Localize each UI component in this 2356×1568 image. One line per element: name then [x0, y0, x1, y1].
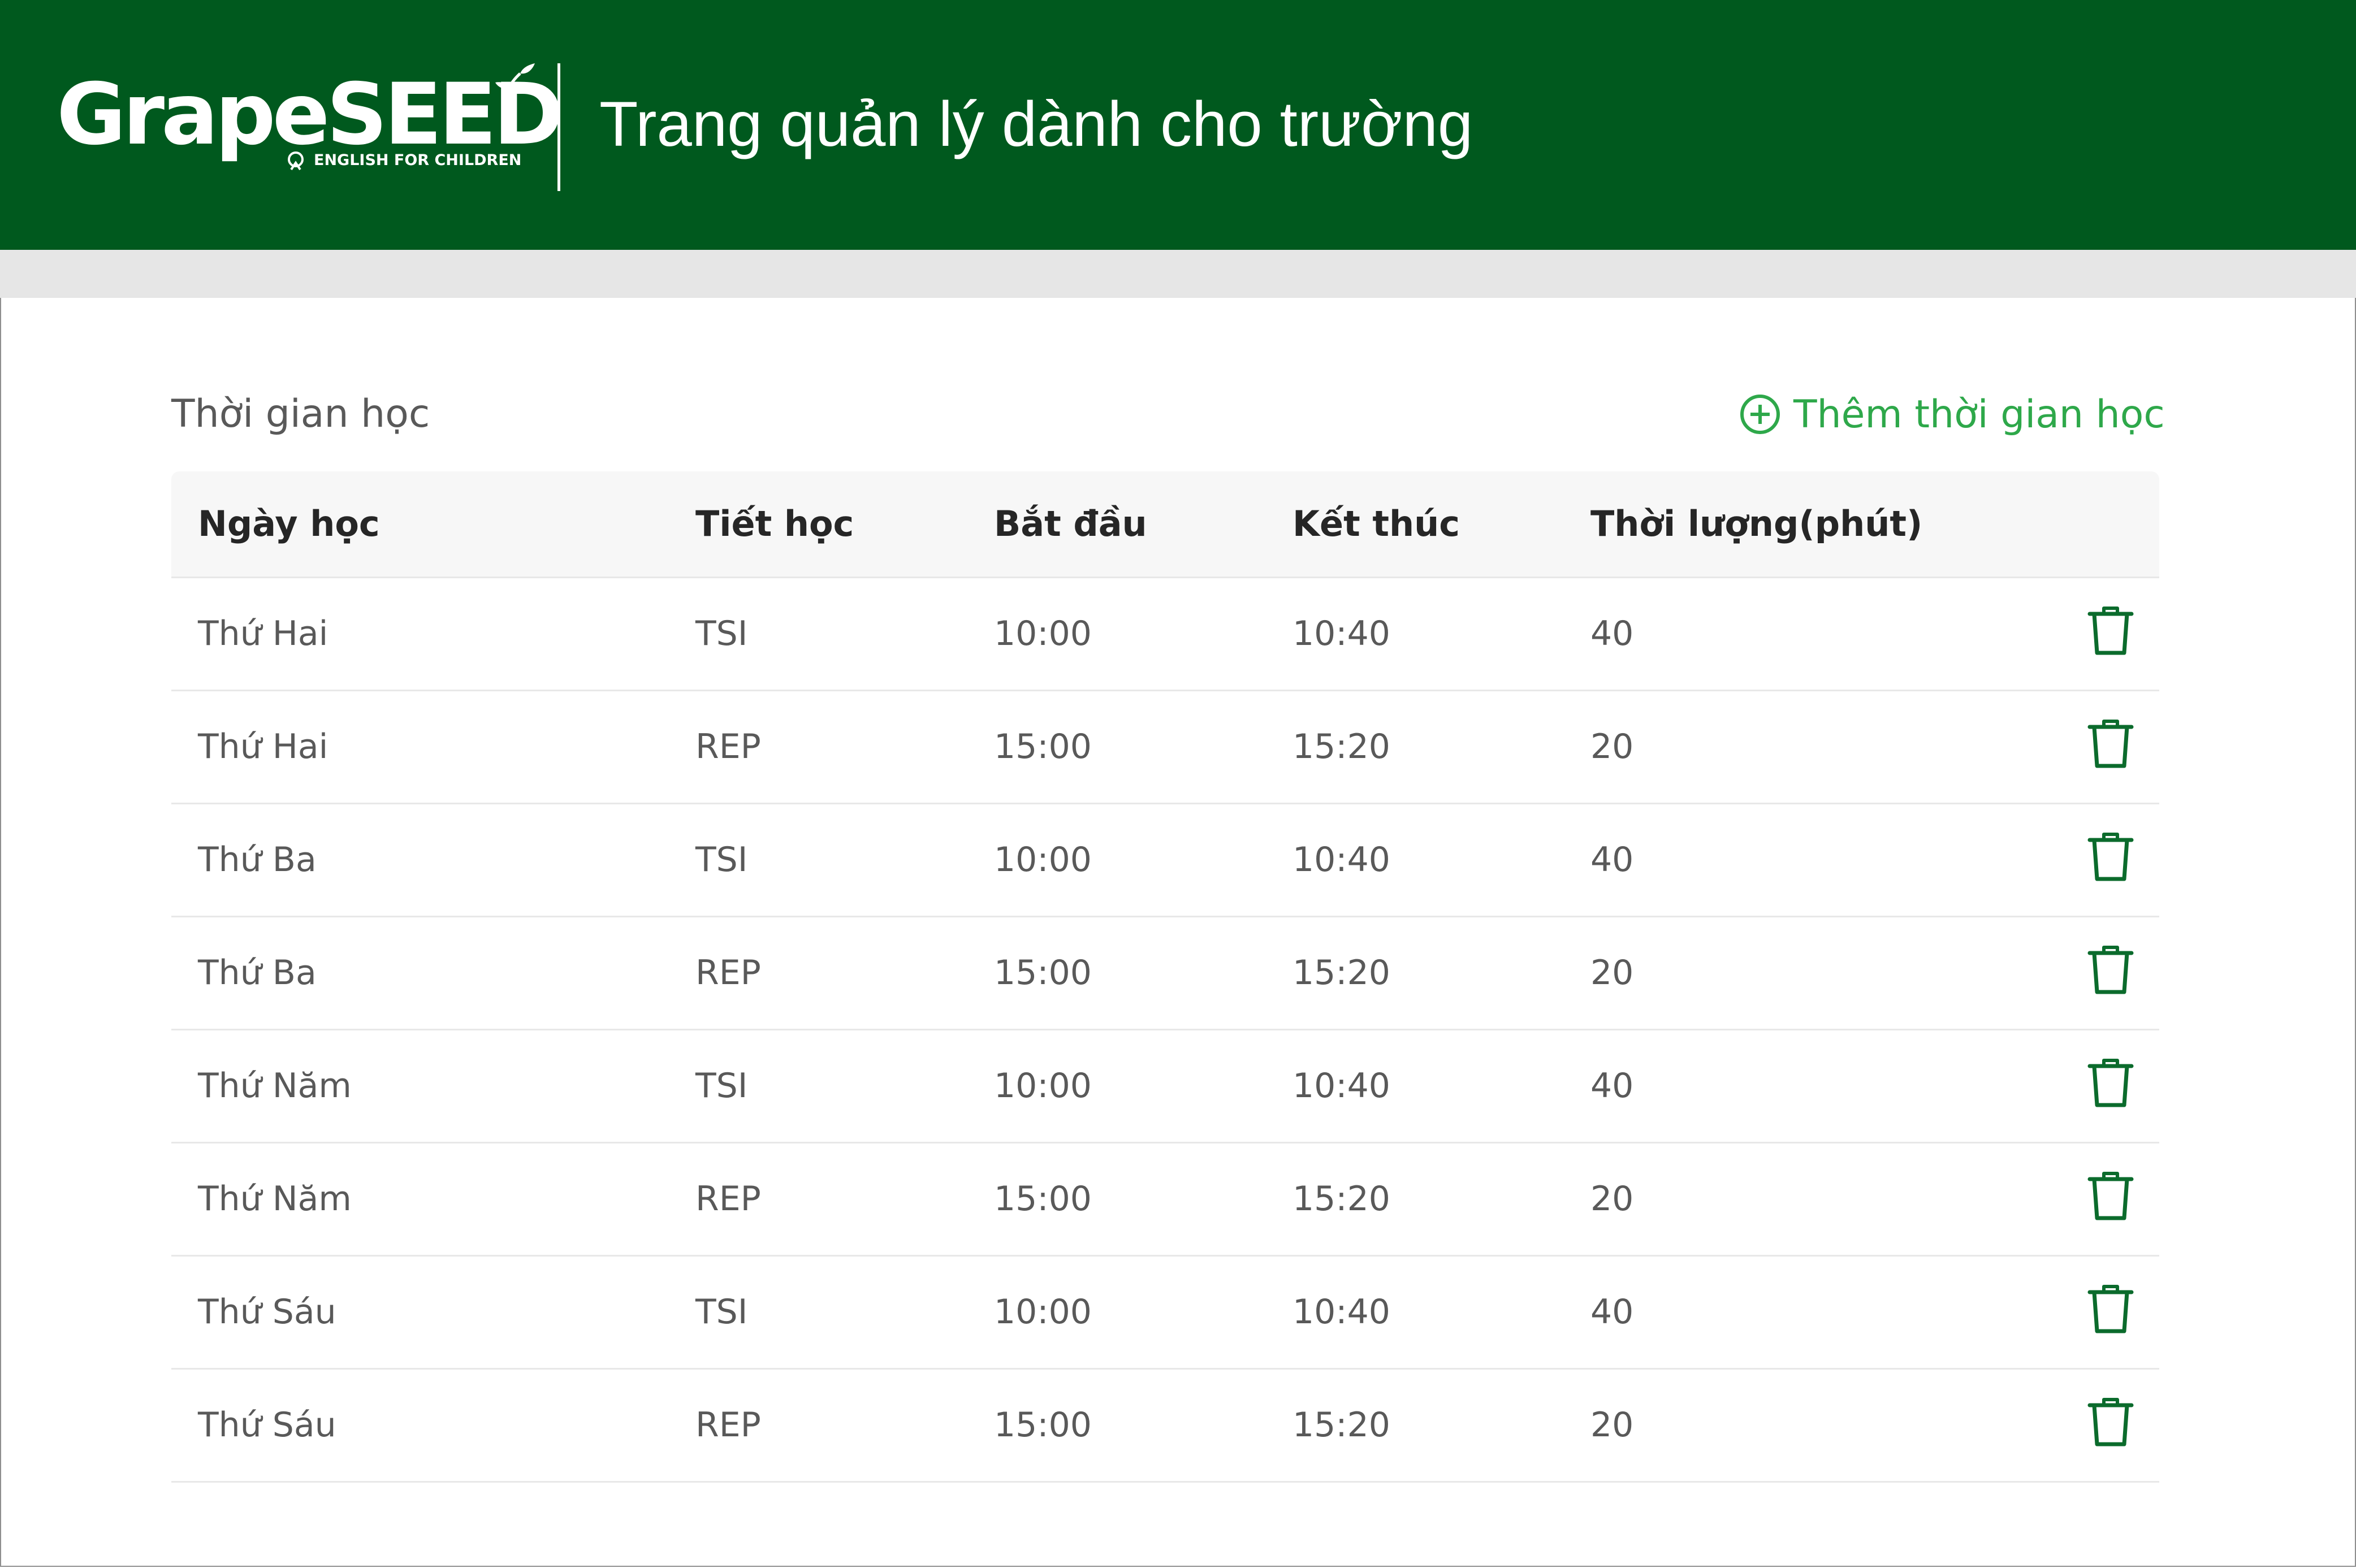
- plus-circle-icon: [1740, 395, 1780, 434]
- cell-period: REP: [695, 1179, 761, 1219]
- cell-period: TSI: [695, 1292, 748, 1332]
- cell-start: 15:00: [994, 727, 1092, 766]
- cell-day: Thứ Sáu: [198, 1292, 336, 1332]
- trash-icon: [2087, 1172, 2134, 1220]
- cell-day: Thứ Hai: [198, 614, 328, 653]
- cell-duration: 20: [1590, 953, 1634, 993]
- column-header-start[interactable]: Bắt đầu: [994, 471, 1147, 577]
- logo-wordmark: GrapeSEED: [57, 66, 564, 164]
- cell-day: Thứ Hai: [198, 727, 328, 766]
- table-body: Thứ Hai TSI 10:00 10:40 40 Thứ Hai REP 15:00 15:…: [171, 578, 2159, 1483]
- cell-end: 10:40: [1292, 840, 1390, 880]
- trash-icon: [2087, 946, 2134, 994]
- cell-duration: 40: [1590, 1066, 1634, 1106]
- schedule-table: Ngày học Tiết học Bắt đầu Kết thúc Thời …: [171, 471, 2159, 1483]
- trash-icon: [2087, 720, 2134, 768]
- table-row: Thứ Ba TSI 10:00 10:40 40: [171, 804, 2159, 917]
- column-header-period[interactable]: Tiết học: [695, 471, 854, 577]
- cell-day: Thứ Sáu: [198, 1405, 336, 1445]
- cell-duration: 20: [1590, 727, 1634, 766]
- cell-period: REP: [695, 1405, 761, 1445]
- header-divider: [557, 63, 560, 191]
- column-header-duration[interactable]: Thời lượng(phút): [1590, 471, 1922, 577]
- cell-period: REP: [695, 727, 761, 766]
- trash-icon: [2087, 1398, 2134, 1446]
- table-row: Thứ Ba REP 15:00 15:20 20: [171, 917, 2159, 1030]
- cell-end: 15:20: [1292, 1405, 1390, 1445]
- globe-mark-icon: [288, 151, 304, 171]
- column-header-day[interactable]: Ngày học: [198, 471, 380, 577]
- cell-start: 15:00: [994, 1179, 1092, 1219]
- trash-icon: [2087, 1285, 2134, 1333]
- cell-start: 10:00: [994, 1292, 1092, 1332]
- cell-day: Thứ Năm: [198, 1066, 352, 1106]
- table-row: Thứ Năm REP 15:00 15:20 20: [171, 1143, 2159, 1257]
- table-row: Thứ Hai TSI 10:00 10:40 40: [171, 578, 2159, 691]
- cell-day: Thứ Năm: [198, 1179, 352, 1219]
- delete-row-button[interactable]: [2087, 1171, 2134, 1222]
- delete-row-button[interactable]: [2087, 718, 2134, 769]
- cell-end: 15:20: [1292, 727, 1390, 766]
- cell-start: 15:00: [994, 953, 1092, 993]
- cell-duration: 20: [1590, 1405, 1634, 1445]
- cell-end: 10:40: [1292, 1066, 1390, 1106]
- cell-day: Thứ Ba: [198, 953, 317, 993]
- cell-period: REP: [695, 953, 761, 993]
- table-row: Thứ Hai REP 15:00 15:20 20: [171, 691, 2159, 804]
- sub-bar: [0, 250, 2356, 298]
- cell-start: 10:00: [994, 614, 1092, 653]
- trash-icon: [2087, 833, 2134, 881]
- cell-period: TSI: [695, 840, 748, 880]
- cell-start: 10:00: [994, 840, 1092, 880]
- cell-duration: 20: [1590, 1179, 1634, 1219]
- delete-row-button[interactable]: [2087, 831, 2134, 882]
- trash-icon: [2087, 1059, 2134, 1107]
- delete-row-button[interactable]: [2087, 945, 2134, 995]
- cell-duration: 40: [1590, 614, 1634, 653]
- delete-row-button[interactable]: [2087, 1058, 2134, 1108]
- table-row: Thứ Sáu TSI 10:00 10:40 40: [171, 1257, 2159, 1370]
- cell-start: 10:00: [994, 1066, 1092, 1106]
- cell-end: 15:20: [1292, 953, 1390, 993]
- cell-duration: 40: [1590, 840, 1634, 880]
- table-header: Ngày học Tiết học Bắt đầu Kết thúc Thời …: [171, 471, 2159, 578]
- cell-end: 10:40: [1292, 1292, 1390, 1332]
- trash-icon: [2087, 607, 2134, 655]
- cell-start: 15:00: [994, 1405, 1092, 1445]
- page-title: Trang quản lý dành cho trường: [599, 89, 1473, 159]
- logo-tagline: ENGLISH FOR CHILDREN: [314, 151, 522, 169]
- delete-row-button[interactable]: [2087, 605, 2134, 656]
- add-schedule-label: Thêm thời gian học: [1793, 392, 2165, 437]
- sprout-icon: [495, 63, 535, 111]
- cell-period: TSI: [695, 614, 748, 653]
- cell-end: 10:40: [1292, 614, 1390, 653]
- cell-period: TSI: [695, 1066, 748, 1106]
- table-row: Thứ Sáu REP 15:00 15:20 20: [171, 1370, 2159, 1483]
- add-schedule-button[interactable]: Thêm thời gian học: [1739, 389, 2165, 440]
- table-row: Thứ Năm TSI 10:00 10:40 40: [171, 1030, 2159, 1143]
- column-header-end[interactable]: Kết thúc: [1292, 471, 1460, 577]
- cell-end: 15:20: [1292, 1179, 1390, 1219]
- grapeseed-logo[interactable]: GrapeSEED ENGLISH FOR CHILDREN: [57, 61, 564, 174]
- delete-row-button[interactable]: [2087, 1397, 2134, 1448]
- cell-day: Thứ Ba: [198, 840, 317, 880]
- delete-row-button[interactable]: [2087, 1284, 2134, 1335]
- cell-duration: 40: [1590, 1292, 1634, 1332]
- app-header: GrapeSEED ENGLISH FOR CHILDREN Trang quả…: [0, 0, 2356, 250]
- section-title: Thời gian học: [171, 392, 430, 436]
